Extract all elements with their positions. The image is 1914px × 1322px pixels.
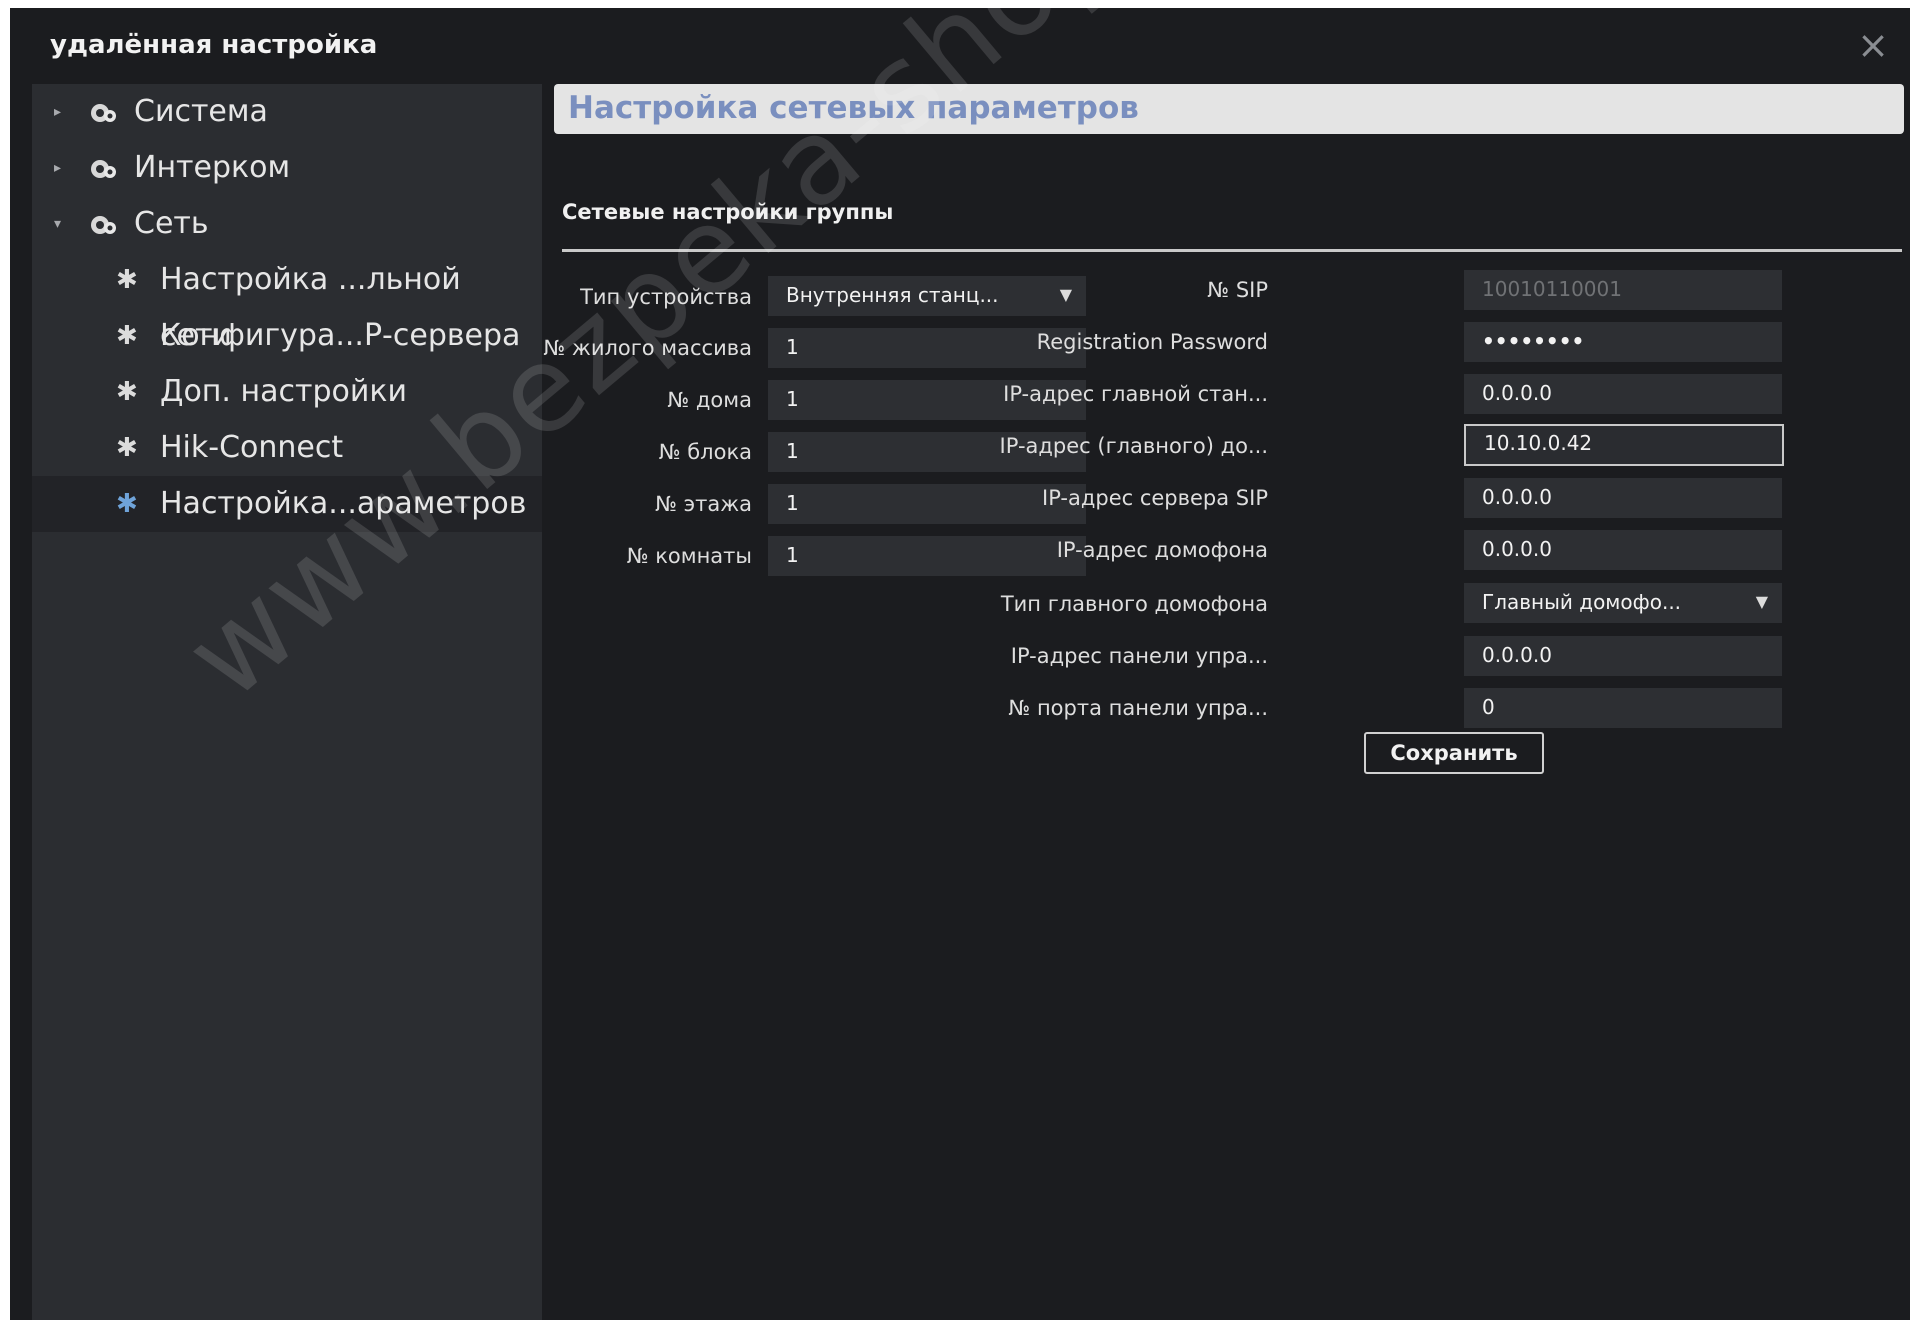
sidebar-item-label: Доп. настройки	[160, 374, 407, 409]
control-panel-port-label: № порта панели упра...	[1008, 696, 1268, 720]
sidebar-item-label: Настройка...араметров	[160, 486, 527, 521]
sidebar-item-label: Hik-Connect	[160, 430, 344, 465]
device-type-select[interactable]: Внутренняя станц... ▼	[768, 276, 1086, 316]
sidebar-group-label: Система	[134, 94, 268, 129]
control-panel-ip-input[interactable]: 0.0.0.0	[1464, 636, 1782, 676]
window-title: удалённая настройка	[50, 30, 378, 60]
dropdown-caret-icon: ▼	[1755, 592, 1768, 611]
sidebar-group-label: Интерком	[134, 150, 291, 185]
floor-no-input[interactable]: 1	[768, 484, 1086, 524]
door-station-ip-label: IP-адрес домофона	[1056, 538, 1268, 562]
gear-icon: ✱	[116, 265, 138, 295]
sidebar-tree: ▸ Система ▸ Интерком ▾ Сеть ✱ Настройка …	[32, 84, 542, 1320]
main-door-type-label: Тип главного домофона	[1000, 592, 1268, 616]
unit-no-label: № блока	[658, 440, 752, 464]
sidebar-group-network[interactable]: ▾ Сеть	[32, 196, 542, 252]
door-station-ip-input[interactable]: 0.0.0.0	[1464, 530, 1782, 570]
close-icon[interactable]: ×	[1856, 26, 1890, 64]
sip-no-input[interactable]: 10010110001	[1464, 270, 1782, 310]
collapsed-arrow-icon[interactable]: ▸	[54, 140, 61, 196]
gear-icon: ✱	[116, 321, 138, 351]
gear-icon: ✱	[116, 377, 138, 407]
remote-settings-window: удалённая настройка × ▸ Система ▸ Интерк…	[10, 8, 1910, 1320]
main-door-ip-input[interactable]: 10.10.0.42	[1464, 424, 1784, 466]
sidebar-item-server-config[interactable]: ✱ Конфигура...Р-сервера	[32, 308, 542, 364]
room-no-label: № комнаты	[626, 544, 752, 568]
device-type-label: Тип устройства	[580, 285, 752, 309]
sidebar-item-hik-connect[interactable]: ✱ Hik-Connect	[32, 420, 542, 476]
settings-folder-icon	[91, 104, 116, 122]
expanded-arrow-icon[interactable]: ▾	[54, 196, 61, 252]
gear-icon: ✱	[116, 489, 138, 519]
registration-password-input[interactable]: ••••••••	[1464, 322, 1782, 362]
page-header: Настройка сетевых параметров	[554, 84, 1904, 134]
section-divider	[562, 249, 1902, 252]
sidebar-item-label: Конфигура...Р-сервера	[160, 318, 521, 353]
sip-server-ip-input[interactable]: 0.0.0.0	[1464, 478, 1782, 518]
sidebar-group-intercom[interactable]: ▸ Интерком	[32, 140, 542, 196]
title-bar: удалённая настройка ×	[10, 8, 1910, 84]
sidebar-item-advanced[interactable]: ✱ Доп. настройки	[32, 364, 542, 420]
device-type-value: Внутренняя станц...	[786, 283, 999, 307]
dropdown-caret-icon: ▼	[1059, 285, 1072, 304]
sidebar-group-label: Сеть	[134, 206, 209, 241]
community-no-label: № жилого массива	[543, 336, 752, 360]
main-panel: Настройка сетевых параметров Сетевые нас…	[542, 84, 1910, 1320]
control-panel-port-input[interactable]: 0	[1464, 688, 1782, 728]
sidebar-group-system[interactable]: ▸ Система	[32, 84, 542, 140]
main-door-ip-label: IP-адрес (главного) до...	[999, 434, 1268, 458]
building-no-label: № дома	[667, 388, 752, 412]
sip-server-ip-label: IP-адрес сервера SIP	[1042, 486, 1268, 510]
main-door-type-value: Главный домофо...	[1482, 590, 1682, 614]
registration-password-label: Registration Password	[1036, 330, 1268, 354]
save-button[interactable]: Сохранить	[1364, 732, 1544, 774]
room-no-input[interactable]: 1	[768, 536, 1086, 576]
collapsed-arrow-icon[interactable]: ▸	[54, 84, 61, 140]
page-title: Настройка сетевых параметров	[568, 90, 1139, 126]
main-door-type-select[interactable]: Главный домофо... ▼	[1464, 583, 1782, 623]
section-title: Сетевые настройки группы	[562, 200, 894, 224]
gear-icon: ✱	[116, 433, 138, 463]
main-station-ip-label: IP-адрес главной стан...	[1003, 382, 1268, 406]
control-panel-ip-label: IP-адрес панели упра...	[1010, 644, 1268, 668]
main-station-ip-input[interactable]: 0.0.0.0	[1464, 374, 1782, 414]
sidebar-item-local-network[interactable]: ✱ Настройка ...льной сети	[32, 252, 542, 353]
settings-folder-icon	[91, 216, 116, 234]
sip-no-label: № SIP	[1207, 278, 1268, 302]
floor-no-label: № этажа	[655, 492, 752, 516]
sidebar-item-network-params[interactable]: ✱ Настройка...араметров	[32, 476, 542, 532]
settings-folder-icon	[91, 160, 116, 178]
